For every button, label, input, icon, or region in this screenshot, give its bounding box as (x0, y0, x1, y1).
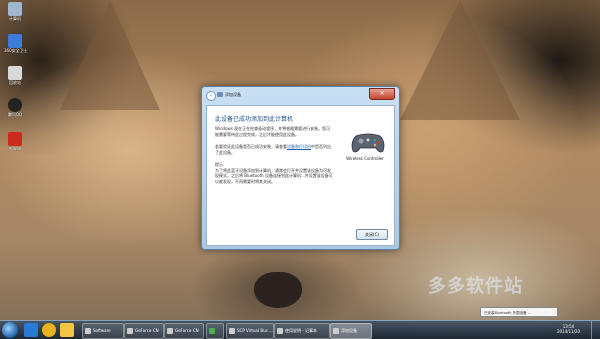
task-geforce-1[interactable]: GeForce-CN (124, 323, 164, 339)
desktop-icon-label: 计算机 (9, 16, 21, 21)
task-label: 添加设备 (341, 328, 357, 333)
computer-icon (8, 2, 22, 16)
terminal-icon (229, 328, 235, 334)
verify-text: 若要验证此设备是否已成功安装，请查看设备和打印机中是否列出了此设备。 (215, 144, 333, 155)
verify-text-start: 若要验证此设备是否已成功安装，请查看 (215, 144, 287, 149)
wallpaper-ear-right (400, 0, 520, 120)
adobe-icon (8, 132, 22, 146)
back-button[interactable]: ‹ (206, 91, 216, 101)
recycle-bin-icon (8, 66, 22, 80)
task-app[interactable] (206, 323, 224, 339)
desktop-icon-recycle-bin[interactable]: 回收站 (4, 66, 26, 85)
task-label: GeForce-CN (135, 328, 159, 333)
devices-printers-link[interactable]: 设备和打印机 (287, 144, 311, 149)
add-device-dialog: ‹ 添加设备 ✕ 此设备已成功添加到此计算机 Windows 现在正在检查驱动程… (201, 86, 400, 250)
desktop-icon-qq[interactable]: 腾讯QQ (4, 98, 26, 117)
ie-icon[interactable] (24, 323, 38, 337)
notepad-icon (277, 328, 283, 334)
app-icon (209, 328, 215, 334)
notification-popup[interactable]: 已安装Bluetooth 外围设备 ... (480, 307, 558, 317)
dialog-title: 添加设备 (225, 92, 241, 97)
desktop-icon-label: 360安全卫士 (4, 48, 28, 53)
task-software[interactable]: Software (82, 323, 124, 339)
close-dialog-button[interactable]: 关闭(C) (356, 229, 388, 240)
desktop-icon-label: 腾讯QQ (7, 112, 23, 117)
taskbar: Software GeForce-CN GeForce-CN SCP Virtu… (0, 320, 600, 339)
dialog-heading: 此设备已成功添加到此计算机 (215, 116, 294, 123)
dialog-content: 此设备已成功添加到此计算机 Windows 现在正在检查驱动程序，并将根据需要进… (206, 105, 395, 246)
wallpaper-fox-nose (254, 272, 302, 308)
device-name: Wireless Controller (346, 156, 384, 161)
task-add-device[interactable]: 添加设备 (330, 323, 372, 339)
clock[interactable]: 13:54 2014/11/20 (557, 324, 580, 334)
device-icon (333, 328, 339, 334)
folder-icon (167, 328, 173, 334)
task-label: SCP Virtual Bus ... (237, 328, 273, 333)
dialog-titlebar[interactable]: ‹ 添加设备 ✕ (202, 87, 399, 103)
desktop-icon-computer[interactable]: 计算机 (4, 2, 26, 21)
task-geforce-2[interactable]: GeForce-CN (164, 323, 204, 339)
start-button[interactable] (2, 322, 18, 338)
folder-icon (127, 328, 133, 334)
desktop-icon-security[interactable]: 360安全卫士 (4, 34, 28, 53)
desktop-icon-label: Adobe (8, 146, 22, 151)
task-scp-virtual-bus[interactable]: SCP Virtual Bus ... (226, 323, 274, 339)
tip-text: 提示 为了将此蓝牙设备添加到计算机，通常会打开并设置该设备为可发现模式，之后将 … (215, 162, 333, 184)
task-label: Software (93, 328, 111, 333)
task-label: 使用说明 - 记事本 (285, 328, 317, 333)
shield-icon (8, 34, 22, 48)
close-button[interactable]: ✕ (369, 88, 395, 100)
driver-info-text: Windows 现在正在检查驱动程序，并将根据需要进行安装。您可能需要等待此过程… (215, 126, 331, 137)
device-icon (217, 92, 223, 97)
folder-icon (85, 328, 91, 334)
wallpaper-ear-left (60, 0, 160, 110)
gamepad-icon (351, 133, 385, 153)
show-desktop-button[interactable] (591, 321, 600, 339)
clock-date: 2014/11/20 (556, 329, 580, 334)
folder-icon[interactable] (60, 323, 74, 337)
watermark: 多多软件站 (428, 276, 523, 297)
chrome-icon[interactable] (42, 323, 56, 337)
task-notepad[interactable]: 使用说明 - 记事本 (274, 323, 330, 339)
desktop-icon-adobe[interactable]: Adobe (4, 132, 26, 151)
desktop-icon-label: 回收站 (9, 80, 21, 85)
task-label: GeForce-CN (175, 328, 199, 333)
penguin-icon (8, 98, 22, 112)
